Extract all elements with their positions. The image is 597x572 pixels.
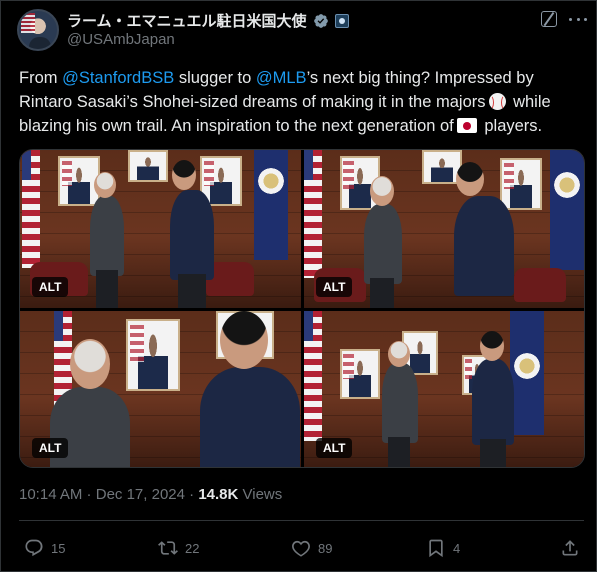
repost-button[interactable]: 22 (158, 538, 199, 558)
affiliate-badge-icon[interactable] (334, 13, 349, 28)
person (472, 359, 514, 445)
japan-flag-icon (456, 118, 477, 133)
tweet-text: From @StanfordBSB slugger to @MLB’s next… (19, 66, 584, 138)
media-grid: ALT ALT ALT ALT (19, 149, 585, 468)
person (90, 196, 124, 276)
us-flag (304, 311, 322, 441)
more-options-icon[interactable] (568, 9, 588, 29)
portrait (128, 150, 168, 182)
tweet-text-part: players. (479, 117, 543, 135)
photo-2[interactable]: ALT (304, 150, 584, 308)
views-count: 14.8K (198, 486, 239, 503)
photo-1[interactable]: ALT (20, 150, 301, 308)
bookmark-icon (429, 539, 443, 558)
bookmark-button[interactable]: 4 (426, 538, 460, 558)
repost-count: 22 (185, 540, 200, 556)
seal (552, 170, 582, 200)
grok-icon[interactable] (541, 11, 557, 27)
tweet-text-part: From (19, 69, 63, 87)
reply-button[interactable]: 15 (24, 538, 65, 558)
person (200, 367, 300, 467)
divider (19, 520, 584, 521)
avatar-suit (29, 37, 51, 49)
person (364, 204, 402, 284)
portrait (500, 158, 542, 210)
mention-link-mlb[interactable]: @MLB (256, 69, 307, 87)
post-time[interactable]: 10:14 AM (19, 486, 82, 503)
tweet-meta: 10:14 AM · Dec 17, 2024 · 14.8K Views (19, 486, 282, 503)
alt-badge[interactable]: ALT (316, 277, 353, 297)
reply-icon (25, 539, 43, 557)
person (382, 363, 418, 443)
like-count: 89 (318, 540, 333, 556)
like-button[interactable]: 89 (291, 538, 332, 558)
repost-icon (158, 541, 178, 555)
alt-badge[interactable]: ALT (32, 277, 69, 297)
seal (256, 166, 286, 196)
reply-count: 15 (51, 540, 66, 556)
avatar-flag (21, 13, 35, 33)
heart-icon (292, 540, 310, 557)
author-handle[interactable]: @USAmbJapan (67, 31, 175, 48)
profile-avatar[interactable] (17, 9, 59, 51)
photo-3[interactable]: ALT (20, 311, 301, 467)
views-label: Views (238, 486, 283, 503)
person (454, 196, 514, 296)
bookmark-count: 4 (453, 540, 461, 556)
photo-4[interactable]: ALT (304, 311, 584, 467)
portrait (340, 349, 380, 399)
verified-badge-icon[interactable] (313, 13, 329, 29)
tweet-text-part: slugger to (174, 69, 256, 87)
post-date[interactable]: Dec 17, 2024 (96, 486, 185, 503)
share-icon (562, 540, 578, 556)
person (170, 190, 214, 280)
display-name[interactable]: ラーム・エマニュエル駐日米国大使 (67, 10, 307, 31)
portrait (126, 319, 180, 391)
share-button[interactable] (560, 538, 580, 558)
alt-badge[interactable]: ALT (32, 438, 69, 458)
blue-flag (550, 150, 584, 270)
us-flag (304, 150, 322, 278)
meta-separator: · (82, 486, 96, 503)
baseball-icon (488, 93, 506, 110)
author-name-row: ラーム・エマニュエル駐日米国大使 (67, 10, 349, 31)
seal (512, 351, 542, 381)
alt-badge[interactable]: ALT (316, 438, 353, 458)
us-flag (22, 150, 40, 268)
meta-separator: · (184, 486, 199, 503)
mention-link-stanfordbsb[interactable]: @StanfordBSB (62, 69, 174, 87)
